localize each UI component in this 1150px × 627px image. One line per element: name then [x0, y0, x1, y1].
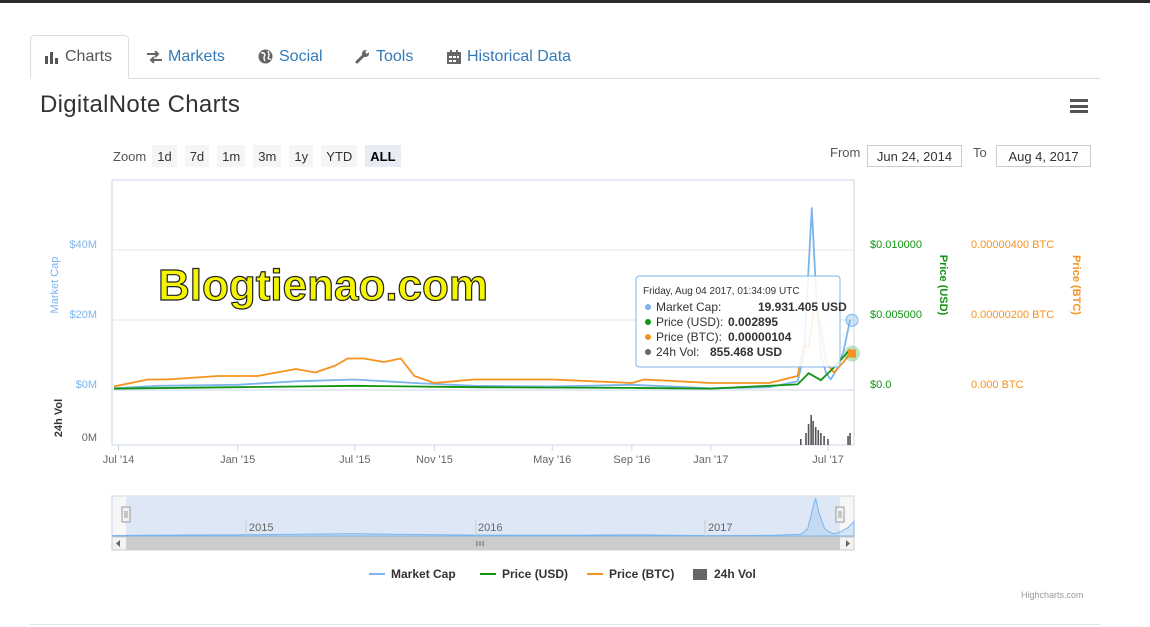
- legend-square-icon: [693, 568, 707, 580]
- legend-label: Price (USD): [502, 567, 569, 581]
- legend-label: 24h Vol: [714, 567, 756, 581]
- x-tick-label: Jul '14: [103, 454, 134, 466]
- legend-line-icon: [587, 573, 603, 575]
- price-btc-tick: 0.00000200 BTC: [971, 309, 1054, 321]
- navigator-left-handle[interactable]: [121, 506, 131, 523]
- x-tick-label: Jul '17: [812, 454, 843, 466]
- tooltip-bullet: [645, 334, 651, 340]
- x-tick-label: Jan '15: [220, 454, 255, 466]
- tooltip-value: 0.00000104: [728, 330, 792, 344]
- legend-item-24h-vol[interactable]: 24h Vol: [693, 565, 756, 583]
- tooltip-bullet: [645, 319, 651, 325]
- volume-bar: [827, 439, 829, 445]
- tooltip-value: 19.931.405 USD: [758, 300, 847, 314]
- legend-line-icon: [369, 573, 385, 575]
- tooltip-label: Market Cap:: [656, 300, 721, 314]
- tooltip-header: Friday, Aug 04 2017, 01:34:09 UTC: [643, 286, 800, 297]
- price-usd-tick: $0.010000: [870, 239, 922, 251]
- market-cap-hover-marker: [845, 313, 859, 327]
- x-axis-ticks: Jul '14 Jan '15 Jul '15 Nov '15 May '16 Sep '…: [103, 445, 844, 466]
- legend-line-icon: [480, 573, 496, 575]
- legend-item-price-usd[interactable]: Price (USD): [480, 565, 568, 583]
- legend-item-market-cap[interactable]: Market Cap: [369, 565, 456, 583]
- tooltip-bullet: [645, 304, 651, 310]
- price-chart[interactable]: Market Cap $40M $20M $0M 24h Vol 0M $0.0…: [0, 0, 1150, 627]
- tooltip-value: 855.468 USD: [710, 345, 782, 359]
- price-btc-hover-marker: [848, 349, 856, 358]
- volume-bar: [849, 433, 851, 445]
- tooltip-label: Price (USD):: [656, 315, 723, 329]
- market-cap-tick: $0M: [76, 379, 97, 391]
- volume-axis-title: 24h Vol: [53, 399, 65, 437]
- volume-bar: [817, 430, 820, 445]
- price-usd-axis-title: Price (USD): [937, 255, 949, 316]
- tooltip-bullet: [645, 349, 651, 355]
- volume-bar: [823, 436, 825, 445]
- price-usd-tick: $0.0: [870, 379, 891, 391]
- volume-tick: 0M: [82, 432, 97, 444]
- market-cap-axis-title: Market Cap: [49, 257, 61, 314]
- volume-bars: [800, 415, 851, 445]
- tooltip-label: 24h Vol:: [656, 345, 699, 359]
- navigator-tick: 2015: [249, 522, 273, 534]
- x-tick-label: Sep '16: [613, 454, 650, 466]
- volume-bar: [847, 436, 849, 445]
- volume-bar: [800, 439, 802, 445]
- volume-bar: [820, 433, 822, 445]
- navigator-tick: 2017: [708, 522, 732, 534]
- legend-label: Price (BTC): [609, 567, 675, 581]
- bottom-divider: [30, 624, 1100, 625]
- market-cap-tick: $40M: [69, 239, 97, 251]
- legend-label: Market Cap: [391, 567, 456, 581]
- price-usd-tick: $0.005000: [870, 309, 922, 321]
- highcharts-credit-link[interactable]: Highcharts.com: [1021, 590, 1084, 600]
- market-cap-tick: $20M: [69, 309, 97, 321]
- volume-bar: [807, 424, 810, 445]
- legend-item-price-btc[interactable]: Price (BTC): [587, 565, 674, 583]
- navigator-right-handle[interactable]: [835, 506, 845, 523]
- navigator-tick: 2016: [478, 522, 502, 534]
- volume-bar: [805, 433, 807, 445]
- x-tick-label: May '16: [533, 454, 571, 466]
- volume-bar: [810, 415, 812, 445]
- price-btc-axis-title: Price (BTC): [1070, 255, 1082, 315]
- tooltip-value: 0.002895: [728, 315, 778, 329]
- volume-bar: [812, 421, 814, 445]
- tooltip-label: Price (BTC):: [656, 330, 722, 344]
- x-tick-label: Jul '15: [339, 454, 370, 466]
- price-btc-tick: 0.000 BTC: [971, 379, 1024, 391]
- scrollbar[interactable]: [111, 536, 855, 551]
- volume-bar: [814, 427, 817, 445]
- tooltip: Friday, Aug 04 2017, 01:34:09 UTC Market…: [635, 275, 847, 368]
- watermark-text: Blogtienao.com: [158, 261, 488, 310]
- navigator[interactable]: 2015 2016 2017: [111, 495, 855, 537]
- x-tick-label: Jan '17: [693, 454, 728, 466]
- price-btc-tick: 0.00000400 BTC: [971, 239, 1054, 251]
- x-tick-label: Nov '15: [416, 454, 453, 466]
